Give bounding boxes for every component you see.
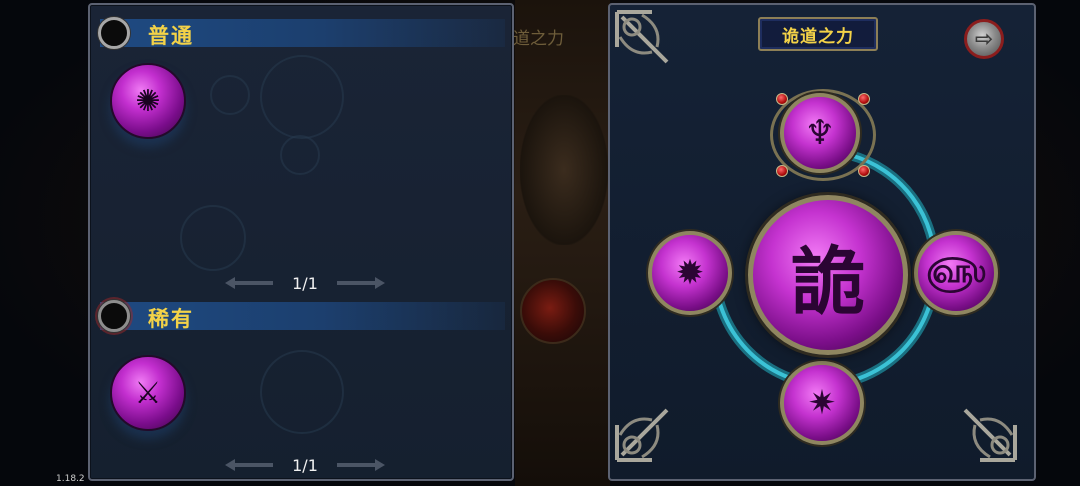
pager-normal: 1/1 bbox=[225, 271, 385, 295]
page-indicator: 1/1 bbox=[292, 455, 318, 475]
section-title-normal: 普通 bbox=[148, 24, 194, 48]
corner-ornament-icon bbox=[940, 385, 1020, 465]
section-title-rare: 稀有 bbox=[148, 307, 194, 331]
background-statue-face bbox=[520, 95, 608, 245]
skill-orb-rare[interactable]: ⚔ bbox=[110, 355, 186, 431]
circle-ring-red-icon bbox=[98, 300, 130, 332]
spiky-mask-glyph-icon: ✷ bbox=[807, 383, 837, 423]
core-skill-orb[interactable]: 詭 bbox=[748, 195, 908, 355]
ghost-circle bbox=[180, 205, 246, 271]
skill-node-left[interactable]: ✹ bbox=[648, 231, 732, 315]
skill-node-right[interactable]: ௵ bbox=[914, 231, 998, 315]
next-page-arrow-icon[interactable] bbox=[337, 277, 385, 289]
ghost-circle bbox=[280, 135, 320, 175]
ghost-circle bbox=[260, 350, 344, 434]
circle-ring-icon bbox=[98, 17, 130, 49]
skill-node-top[interactable]: ♆ bbox=[780, 93, 860, 173]
swirl-glyph-icon: ௵ bbox=[926, 251, 986, 291]
skill-tree-panel: 诡道之力 ⇨ ♆ ✹ ௵ ✷ 詭 bbox=[608, 3, 1036, 481]
pager-rare: 1/1 bbox=[225, 453, 385, 477]
skill-orb-normal[interactable]: ✺ bbox=[110, 63, 186, 139]
core-orb-glyph: 詭 bbox=[791, 238, 865, 325]
blade-strike-glyph-icon: ⚔ bbox=[134, 375, 162, 411]
ghost-circle bbox=[210, 75, 250, 115]
corner-ornament-icon bbox=[612, 385, 692, 465]
corner-ornament-icon bbox=[612, 7, 692, 87]
close-button[interactable]: ⇨ bbox=[964, 19, 1004, 59]
burst-face-glyph-icon: ✹ bbox=[675, 253, 705, 293]
section-header-rare: 稀有 bbox=[98, 300, 505, 332]
prev-page-arrow-icon[interactable] bbox=[225, 459, 273, 471]
skill-list-panel: 普通 ✺ 1/1 稀有 ⚔ 1/1 bbox=[88, 3, 514, 481]
prev-page-arrow-icon[interactable] bbox=[225, 277, 273, 289]
panel-title: 诡道之力 bbox=[758, 17, 878, 51]
background-red-orb bbox=[520, 278, 586, 344]
section-header-normal: 普通 bbox=[98, 17, 505, 49]
goddess-glyph-icon: ♆ bbox=[804, 113, 836, 153]
exit-door-icon: ⇨ bbox=[974, 26, 994, 52]
red-gem-icon bbox=[858, 93, 870, 105]
skill-node-bottom[interactable]: ✷ bbox=[780, 361, 864, 445]
ghost-circle bbox=[260, 55, 344, 139]
version-label: 1.18.2 bbox=[56, 474, 85, 484]
page-indicator: 1/1 bbox=[292, 273, 318, 293]
next-page-arrow-icon[interactable] bbox=[337, 459, 385, 471]
red-gem-icon bbox=[858, 165, 870, 177]
dancer-glyph-icon: ✺ bbox=[135, 83, 161, 119]
